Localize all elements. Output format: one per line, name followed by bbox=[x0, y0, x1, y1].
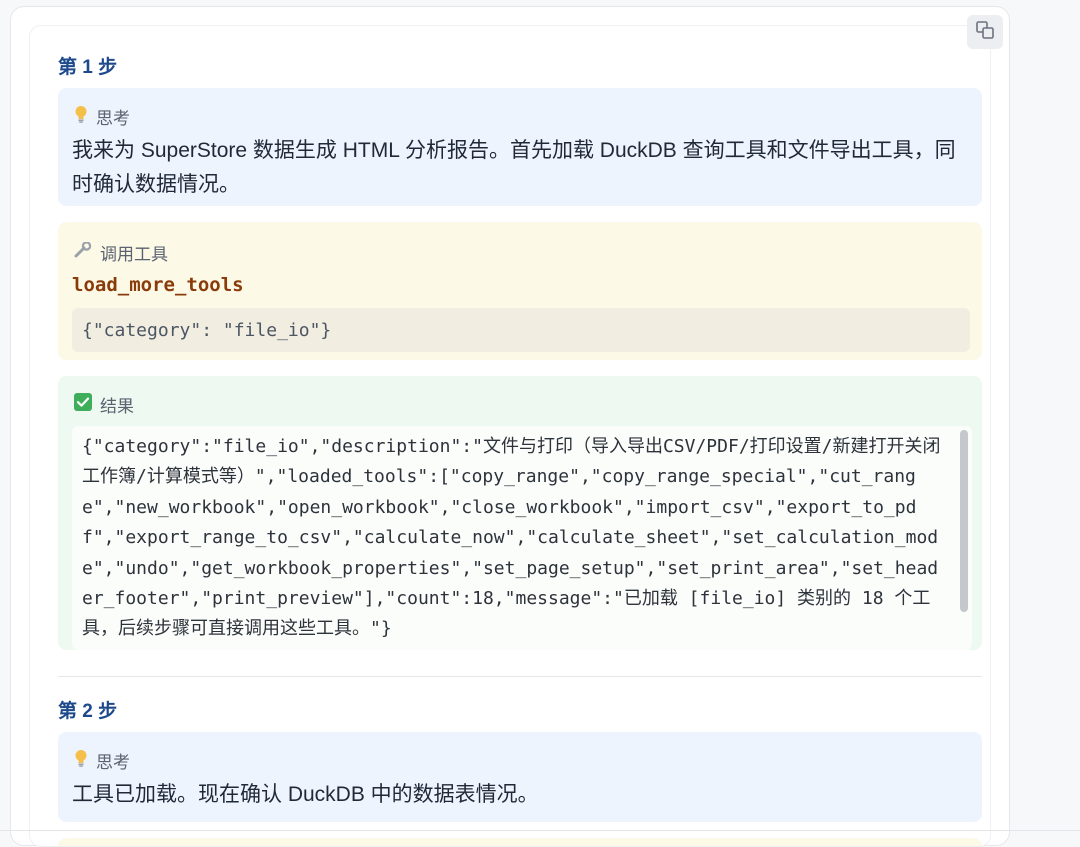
result-label-text: 结果 bbox=[100, 397, 134, 416]
result-json-text: {"category":"file_io","description":"文件与… bbox=[82, 436, 941, 640]
tool-label-text: 调用工具 bbox=[100, 245, 168, 264]
conversation-card: 第 1 步 思考 我来为 SuperStore 数据生成 HTML 分析报告。首… bbox=[10, 6, 1010, 847]
lightbulb-icon bbox=[74, 749, 88, 772]
step-2-think-text: 工具已加载。现在确认 DuckDB 中的数据表情况。 bbox=[72, 783, 539, 806]
step-1-think-block: 思考 我来为 SuperStore 数据生成 HTML 分析报告。首先加载 Du… bbox=[58, 88, 982, 206]
tool-name: load_more_tools bbox=[72, 274, 244, 296]
wrench-icon bbox=[74, 241, 92, 263]
think-label-text: 思考 bbox=[96, 753, 130, 772]
step-1-result-block: 结果 {"category":"file_io","description":"… bbox=[58, 376, 982, 650]
step-1-think-text: 我来为 SuperStore 数据生成 HTML 分析报告。首先加载 DuckD… bbox=[72, 139, 956, 196]
step-2-think-block: 思考 工具已加载。现在确认 DuckDB 中的数据表情况。 bbox=[58, 732, 982, 822]
copy-button[interactable] bbox=[967, 15, 1003, 49]
check-box-icon bbox=[74, 393, 92, 416]
result-label: 结果 bbox=[74, 392, 134, 417]
tool-args: {"category": "file_io"} bbox=[72, 308, 970, 352]
step-1-title: 第 1 步 bbox=[58, 57, 118, 78]
tool-label: 调用工具 bbox=[74, 240, 168, 265]
step-divider bbox=[58, 676, 982, 677]
step-2-title: 第 2 步 bbox=[58, 701, 118, 722]
lightbulb-icon bbox=[74, 105, 88, 128]
steps-panel[interactable]: 第 1 步 思考 我来为 SuperStore 数据生成 HTML 分析报告。首… bbox=[29, 25, 991, 847]
step-1-tool-block: 调用工具 load_more_tools {"category": "file_… bbox=[58, 222, 982, 360]
result-scrollbar[interactable] bbox=[960, 430, 968, 646]
result-output[interactable]: {"category":"file_io","description":"文件与… bbox=[72, 426, 972, 650]
result-scrollbar-thumb[interactable] bbox=[960, 430, 968, 612]
think-label-text: 思考 bbox=[96, 109, 130, 128]
think-label: 思考 bbox=[74, 748, 130, 773]
think-label: 思考 bbox=[74, 104, 130, 129]
tool-args-text: {"category": "file_io"} bbox=[82, 319, 332, 341]
copy-icon bbox=[975, 20, 995, 45]
viewport-bottom-edge bbox=[0, 830, 1080, 831]
step-2-tool-block-partial bbox=[58, 838, 982, 846]
